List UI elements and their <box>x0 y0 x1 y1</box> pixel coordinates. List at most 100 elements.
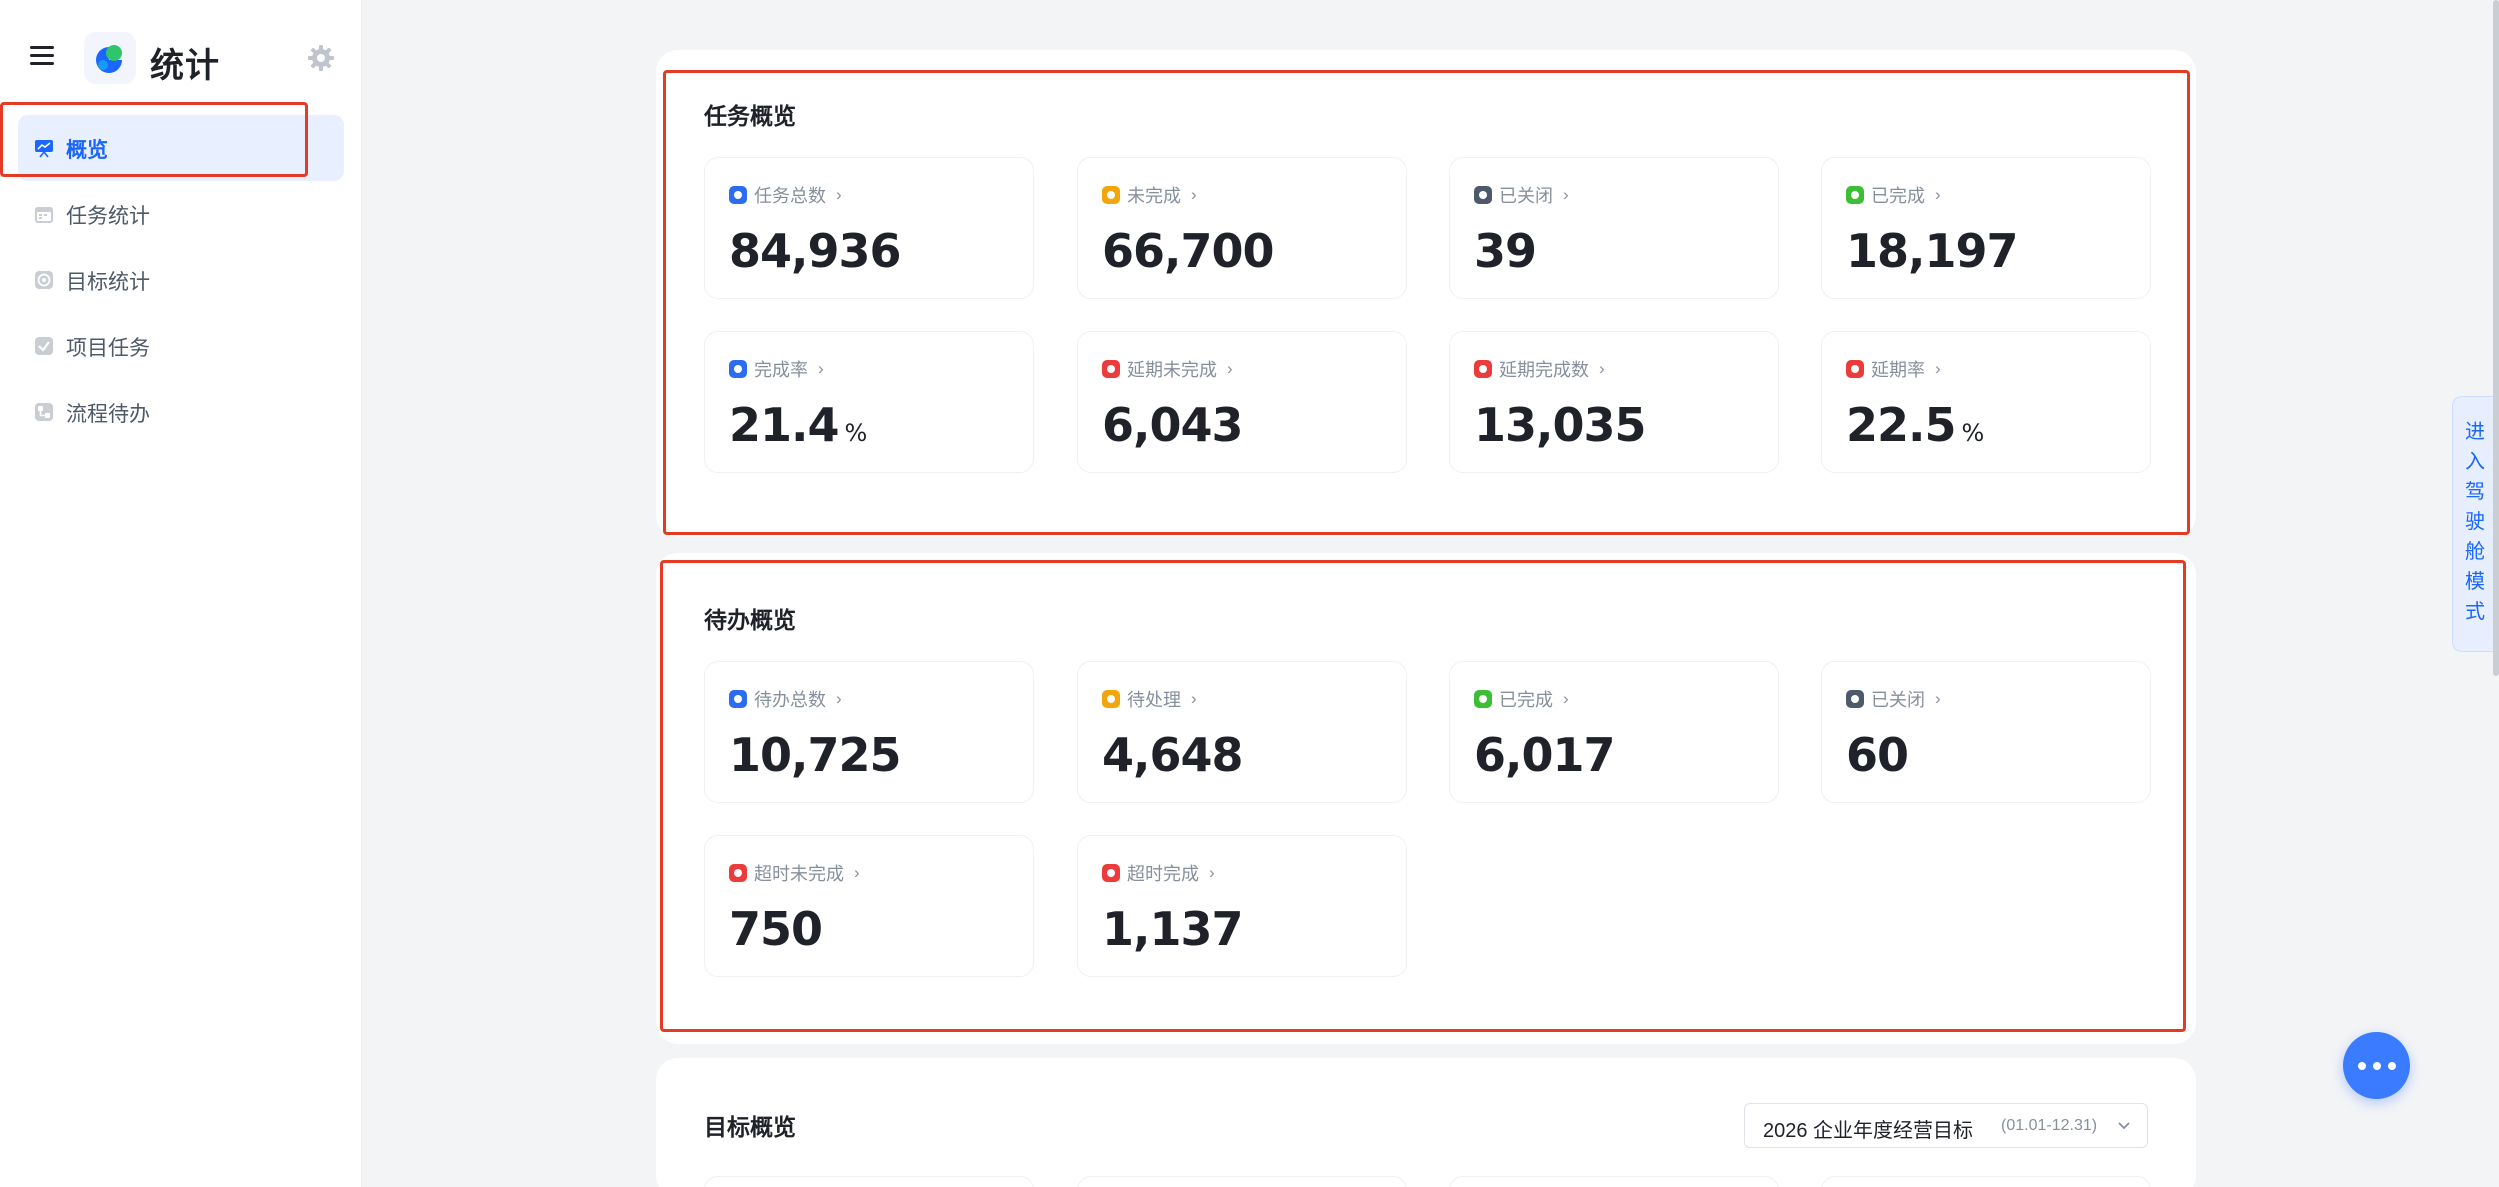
chevron-right-icon: › <box>1209 863 1215 882</box>
stat-card[interactable]: 未完成 › 66,700 <box>1077 157 1407 299</box>
cockpit-mode-button[interactable]: 进入驾驶舱模式 <box>2452 396 2499 652</box>
stat-label: 待处理 <box>1127 690 1181 710</box>
stat-card[interactable]: 超时未完成 › 750 <box>704 835 1034 977</box>
presentation-chart-icon <box>35 140 53 158</box>
stat-icon <box>1102 690 1120 708</box>
stat-card[interactable]: 已关闭 › 39 <box>1449 157 1779 299</box>
stat-label: 已完成 <box>1499 690 1553 710</box>
goal-card <box>1449 1176 1779 1187</box>
stat-value: 60 <box>1846 728 1914 782</box>
stat-value: 39 <box>1474 224 1542 278</box>
stat-label: 已关闭 <box>1499 186 1553 206</box>
stat-card-header: 待办总数 › <box>729 688 842 710</box>
stat-icon <box>1846 360 1864 378</box>
sidebar-item-label: 项目任务 <box>66 337 150 360</box>
stat-number: 1,137 <box>1102 902 1244 956</box>
stat-card-header: 已关闭 › <box>1474 184 1569 206</box>
stat-value: 6,017 <box>1474 728 1621 782</box>
stat-card-header: 已关闭 › <box>1846 688 1941 710</box>
hamburger-menu-icon[interactable] <box>30 45 54 67</box>
gear-icon[interactable] <box>306 43 336 73</box>
stat-card[interactable]: 已关闭 › 60 <box>1821 661 2151 803</box>
stat-value: 22.5% <box>1846 398 1984 452</box>
stat-card-header: 延期率 › <box>1846 358 1941 380</box>
chevron-right-icon: › <box>836 689 842 708</box>
stat-unit: % <box>1961 419 1985 447</box>
stat-icon <box>729 690 747 708</box>
stat-number: 66,700 <box>1102 224 1275 278</box>
stat-card[interactable]: 待办总数 › 10,725 <box>704 661 1034 803</box>
stat-label: 完成率 <box>754 360 808 380</box>
stat-icon <box>729 186 747 204</box>
cockpit-label-char: 入 <box>2465 451 2485 473</box>
goal-select-range: (01.01-12.31) <box>2001 1117 2098 1134</box>
goal-overview-title: 目标概览 <box>704 1114 796 1140</box>
stat-card[interactable]: 延期未完成 › 6,043 <box>1077 331 1407 473</box>
chevron-right-icon: › <box>1191 689 1197 708</box>
stat-number: 39 <box>1474 224 1537 278</box>
cockpit-label-char: 舱 <box>2465 541 2485 563</box>
sidebar-item-label: 概览 <box>66 139 108 162</box>
goal-card <box>1077 1176 1407 1187</box>
goal-period-select[interactable]: 2026 企业年度经营目标 (01.01-12.31) <box>1744 1103 2148 1148</box>
stat-card-header: 超时完成 › <box>1102 862 1215 884</box>
sidebar-item-label: 流程待办 <box>66 403 150 426</box>
stat-card[interactable]: 已完成 › 6,017 <box>1449 661 1779 803</box>
stat-number: 6,043 <box>1102 398 1244 452</box>
todo-overview-panel: 待办概览 待办总数 › 10,725 待处理 › 4,648 已完成 › 6,017 已关闭 › 60… <box>656 553 2196 1044</box>
stat-number: 4,648 <box>1102 728 1244 782</box>
stat-number: 13,035 <box>1474 398 1647 452</box>
stat-icon <box>1474 690 1492 708</box>
app-logo <box>84 32 136 84</box>
sidebar-item-label: 任务统计 <box>66 205 150 228</box>
stat-icon <box>1474 186 1492 204</box>
stat-label: 超时完成 <box>1127 864 1199 884</box>
goal-card <box>1821 1176 2151 1187</box>
stat-label: 已完成 <box>1871 186 1925 206</box>
stat-label: 待办总数 <box>754 690 826 710</box>
goal-overview-panel: 目标概览 2026 企业年度经营目标 (01.01-12.31) <box>656 1058 2196 1187</box>
stat-unit: % <box>844 419 868 447</box>
sidebar-item-project-tasks[interactable]: 项目任务 <box>18 313 344 379</box>
chevron-right-icon: › <box>1191 185 1197 204</box>
sidebar-item-goal-stats[interactable]: 目标统计 <box>18 247 344 313</box>
more-actions-button[interactable] <box>2343 1032 2410 1099</box>
stat-card-header: 延期未完成 › <box>1102 358 1233 380</box>
stat-card-header: 已完成 › <box>1474 688 1569 710</box>
stat-label: 超时未完成 <box>754 864 844 884</box>
chevron-right-icon: › <box>1563 185 1569 204</box>
stat-value: 21.4% <box>729 398 867 452</box>
stat-label: 已关闭 <box>1871 690 1925 710</box>
stat-number: 21.4 <box>729 398 839 452</box>
sidebar-item-overview[interactable]: 概览 <box>18 115 344 181</box>
checkbox-icon <box>35 337 53 355</box>
stat-card[interactable]: 待处理 › 4,648 <box>1077 661 1407 803</box>
stat-icon <box>1846 690 1864 708</box>
stat-card[interactable]: 超时完成 › 1,137 <box>1077 835 1407 977</box>
stat-card[interactable]: 延期完成数 › 13,035 <box>1449 331 1779 473</box>
stat-card-header: 超时未完成 › <box>729 862 860 884</box>
chevron-right-icon: › <box>1227 359 1233 378</box>
chevron-right-icon: › <box>854 863 860 882</box>
flow-icon <box>35 403 53 421</box>
chevron-right-icon: › <box>1563 689 1569 708</box>
cockpit-label-char: 进 <box>2465 421 2485 443</box>
stat-icon <box>729 360 747 378</box>
stat-card[interactable]: 延期率 › 22.5% <box>1821 331 2151 473</box>
sidebar-item-workflow-todo[interactable]: 流程待办 <box>18 379 344 445</box>
stat-number: 18,197 <box>1846 224 2019 278</box>
stat-number: 10,725 <box>729 728 902 782</box>
stat-card-header: 待处理 › <box>1102 688 1197 710</box>
scrollbar[interactable] <box>2493 0 2499 676</box>
stat-card[interactable]: 任务总数 › 84,936 <box>704 157 1034 299</box>
todo-overview-title: 待办概览 <box>704 607 796 633</box>
stat-card[interactable]: 完成率 › 21.4% <box>704 331 1034 473</box>
stat-card[interactable]: 已完成 › 18,197 <box>1821 157 2151 299</box>
sidebar-item-task-stats[interactable]: 任务统计 <box>18 181 344 247</box>
stat-value: 1,137 <box>1102 902 1249 956</box>
stat-icon <box>1102 864 1120 882</box>
cockpit-label-char: 式 <box>2465 601 2485 623</box>
stat-card-header: 任务总数 › <box>729 184 842 206</box>
stat-icon <box>1846 186 1864 204</box>
stat-number: 22.5 <box>1846 398 1956 452</box>
